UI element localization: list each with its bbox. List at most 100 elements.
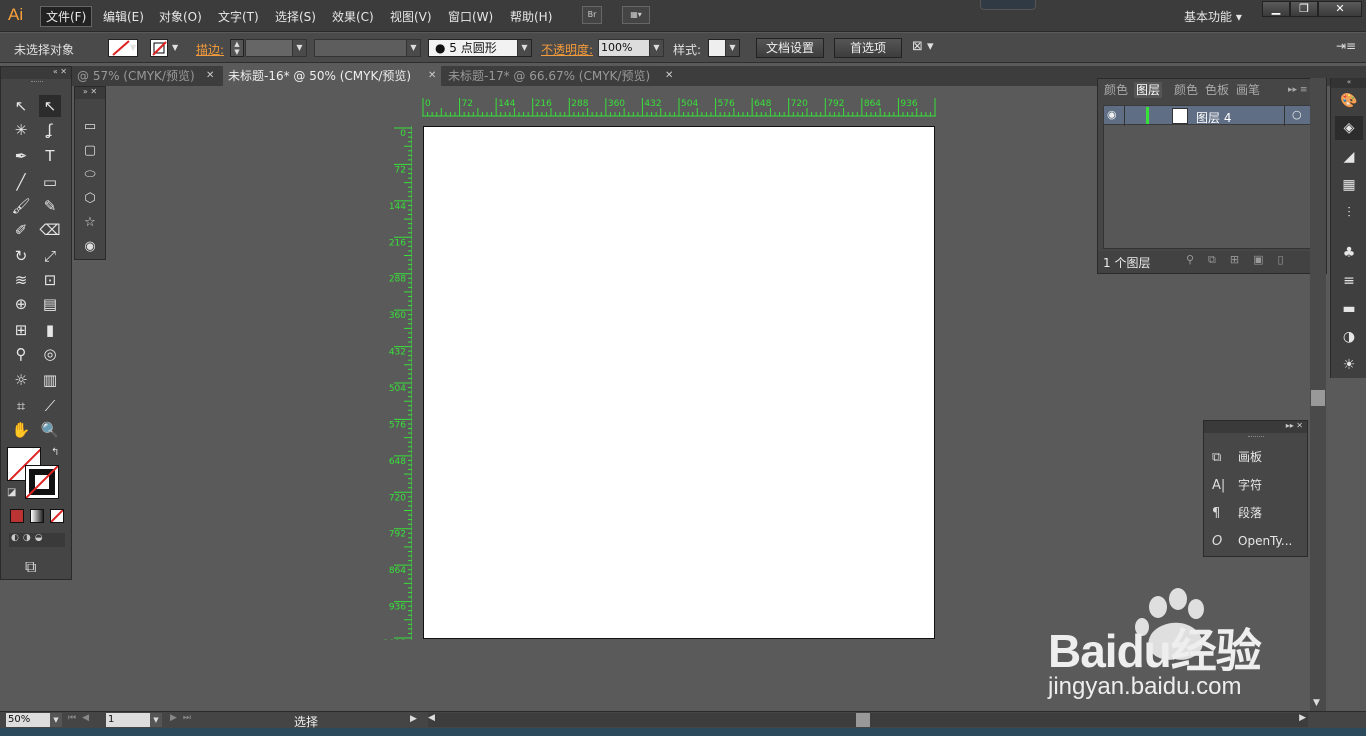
grip-icon[interactable] (1248, 436, 1264, 437)
menu-edit[interactable]: 编辑(E) (103, 8, 144, 25)
type-tool-icon[interactable]: T (39, 145, 61, 167)
eyedropper-tool-icon[interactable]: ⚲ (10, 343, 32, 365)
menu-window[interactable]: 窗口(W) (448, 8, 493, 25)
swap-fill-stroke-icon[interactable]: ↰ (51, 447, 59, 458)
brushes-icon[interactable]: ⫶ (1340, 204, 1358, 222)
slice-tool-icon[interactable]: ⟋ (39, 395, 61, 417)
blend-tool-icon[interactable]: ◎ (39, 343, 61, 365)
close-icon[interactable]: ✕ (428, 66, 436, 86)
screen-mode-icon[interactable]: ⧉ (25, 557, 36, 577)
search-slot[interactable] (980, 0, 1036, 10)
layer-name[interactable]: 图层 4 (1196, 109, 1231, 126)
tab-untitled-17[interactable]: 未标题-17* @ 66.67% (CMYK/预览) ✕ (443, 66, 679, 86)
free-transform-tool-icon[interactable]: ⊡ (39, 269, 61, 291)
stroke-swatch[interactable] (150, 39, 168, 57)
width-tool-icon[interactable]: ≋ (10, 269, 32, 291)
line-tool-icon[interactable]: ╱ (10, 171, 32, 193)
column-graph-tool-icon[interactable]: ▥ (39, 369, 61, 391)
horizontal-scrollbar[interactable]: ◀ ▶ (428, 713, 1308, 727)
scroll-left-icon[interactable]: ◀ (428, 713, 435, 723)
perspective-grid-tool-icon[interactable]: ▤ (39, 293, 61, 315)
panel-menu-icon[interactable]: ⇥≡ (1336, 39, 1356, 53)
color-palette-icon[interactable]: 🎨 (1340, 92, 1358, 110)
tab-doc-57[interactable]: @ 57% (CMYK/预览) ✕ (72, 66, 222, 86)
grip-icon[interactable] (31, 81, 43, 83)
variable-width-profile[interactable]: ▼ (314, 39, 421, 57)
appearance-icon[interactable]: ☀ (1340, 356, 1358, 374)
mesh-tool-icon[interactable]: ⊞ (10, 319, 32, 341)
menu-type[interactable]: 文字(T) (218, 8, 259, 25)
menu-object[interactable]: 对象(O) (159, 8, 202, 25)
symbols-icon[interactable]: ♣ (1340, 244, 1358, 262)
none-mode-icon[interactable] (50, 509, 64, 523)
default-colors-icon[interactable]: ◪ (7, 487, 16, 498)
stroke-dropdown-icon[interactable]: ▼ (172, 43, 178, 52)
strip-header[interactable]: « (1331, 78, 1366, 88)
rectangle-tool-icon[interactable]: ▭ (39, 171, 61, 193)
gradient-tool-icon[interactable]: ▮ (39, 319, 61, 341)
opacity-field[interactable]: 100% ▼ (598, 39, 664, 57)
tab-brushes[interactable]: 画笔 (1236, 82, 1260, 98)
blob-brush-tool-icon[interactable]: ✐ (10, 219, 32, 241)
layers-icon[interactable]: ◈ (1335, 116, 1363, 140)
opentype-panel-item[interactable]: O OpenTy... (1212, 530, 1304, 552)
menu-effect[interactable]: 效果(C) (332, 8, 374, 25)
stroke-icon[interactable]: ≡ (1340, 272, 1358, 290)
bridge-button[interactable]: Br (582, 6, 602, 24)
scale-tool-icon[interactable]: ⤢ (39, 245, 61, 267)
rectangle-tool-icon[interactable]: ▭ (82, 119, 98, 135)
star-tool-icon[interactable]: ☆ (82, 215, 98, 231)
hand-tool-icon[interactable]: ✋ (10, 419, 32, 441)
panel-menu-icon[interactable]: ▸▸ ≡ (1288, 82, 1307, 98)
menu-help[interactable]: 帮助(H) (510, 8, 552, 25)
layer-actions-icon[interactable]: ⚲⧉⊞▣▯ (1186, 253, 1298, 267)
tab-layers[interactable]: 图层 (1134, 82, 1163, 98)
layer-row[interactable]: ◉ 图层 4 ○ (1103, 105, 1321, 126)
transparency-icon[interactable]: ◑ (1340, 328, 1358, 346)
lasso-tool-icon[interactable]: ʆ (39, 119, 61, 141)
fill-dropdown-icon[interactable]: ▼ (130, 43, 136, 52)
color-guide-icon[interactable]: ◢ (1340, 148, 1358, 166)
swatches-icon[interactable]: ▦ (1340, 176, 1358, 194)
arrange-icon[interactable]: ⊠ ▾ (912, 39, 934, 54)
restore-button[interactable]: ❐ (1290, 1, 1318, 17)
artboard-tool-icon[interactable]: ⌗ (10, 395, 32, 417)
menu-view[interactable]: 视图(V) (390, 8, 432, 25)
rotate-tool-icon[interactable]: ↻ (10, 245, 32, 267)
zoom-tool-icon[interactable]: 🔍 (39, 419, 61, 441)
pencil-tool-icon[interactable]: ✎ (39, 195, 61, 217)
tab-swatches[interactable]: 色板 (1205, 82, 1229, 98)
opacity-label[interactable]: 不透明度: (541, 41, 593, 58)
character-panel-item[interactable]: A| 字符 (1212, 474, 1304, 496)
artboards-panel-item[interactable]: ⧉ 画板 (1212, 446, 1304, 468)
tab-color[interactable]: 颜色 (1104, 82, 1128, 98)
polygon-tool-icon[interactable]: ⬡ (82, 191, 98, 207)
ellipse-tool-icon[interactable]: ⬭ (82, 167, 98, 183)
artboard-next-icon[interactable]: ▶⏭ (170, 713, 197, 723)
menu-file[interactable]: 文件(F) (40, 6, 93, 27)
draw-modes-icon[interactable]: ◐◑◒ (9, 533, 65, 547)
close-window-button[interactable]: ✕ (1318, 1, 1362, 17)
target-icon[interactable]: ○ (1292, 108, 1302, 121)
gradient-icon[interactable]: ▬ (1340, 300, 1358, 318)
arrange-documents-icon[interactable]: ▦▾ (622, 6, 650, 24)
paintbrush-tool-icon[interactable]: 🖌 (10, 195, 32, 217)
panel-header[interactable]: ▸▸ ✕ (1204, 421, 1307, 433)
scroll-thumb[interactable] (856, 713, 870, 727)
stroke-weight-stepper[interactable]: ▲ ▼ (230, 39, 244, 57)
eraser-tool-icon[interactable]: ⌫ (39, 219, 61, 241)
tearoff-header[interactable]: » ✕ (75, 87, 105, 99)
artboard[interactable] (423, 126, 935, 639)
stroke-color-box[interactable] (25, 465, 59, 499)
workspace-switcher[interactable]: 基本功能 ▾ (1184, 8, 1242, 25)
document-setup-button[interactable]: 文档设置 (756, 38, 824, 58)
minimize-button[interactable]: ▁ (1262, 1, 1290, 17)
direct-selection-tool-icon[interactable]: ↖ (39, 95, 61, 117)
close-icon[interactable]: ✕ (206, 66, 214, 86)
artboard-field[interactable]: 1 ▼ (106, 713, 162, 727)
stroke-label[interactable]: 描边: (196, 41, 224, 58)
scroll-right-icon[interactable]: ▶ (1299, 713, 1306, 723)
preferences-button[interactable]: 首选项 (834, 38, 902, 58)
paragraph-panel-item[interactable]: ¶ 段落 (1212, 502, 1304, 524)
brush-definition[interactable]: ● 5 点圆形 ▼ (428, 39, 532, 57)
